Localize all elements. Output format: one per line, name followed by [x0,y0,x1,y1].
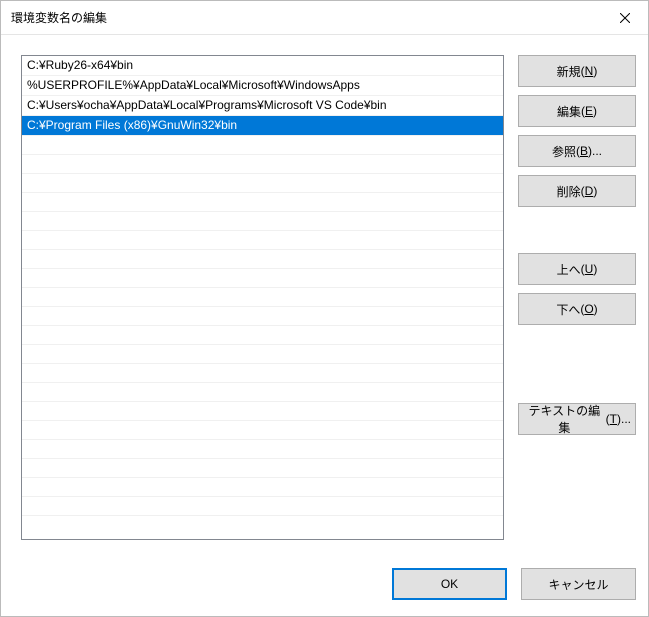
list-empty-row[interactable] [22,440,503,459]
dialog-title: 環境変数名の編集 [11,9,107,26]
side-button-panel: 新規(N) 編集(E) 参照(B)... 削除(D) 上へ(U) 下へ(O) テ… [518,55,636,552]
move-down-button[interactable]: 下へ(O) [518,293,636,325]
dialog-footer: OK キャンセル [1,564,648,616]
list-empty-row[interactable] [22,402,503,421]
list-empty-row[interactable] [22,136,503,155]
list-empty-row[interactable] [22,364,503,383]
list-item[interactable]: C:¥Users¥ocha¥AppData¥Local¥Programs¥Mic… [22,96,503,116]
list-empty-row[interactable] [22,421,503,440]
close-button[interactable] [602,1,648,34]
list-empty-row[interactable] [22,326,503,345]
list-empty-row[interactable] [22,307,503,326]
edit-text-button[interactable]: テキストの編集(T)... [518,403,636,435]
delete-button[interactable]: 削除(D) [518,175,636,207]
new-button[interactable]: 新規(N) [518,55,636,87]
list-empty-row[interactable] [22,459,503,478]
cancel-button[interactable]: キャンセル [521,568,636,600]
list-empty-row[interactable] [22,383,503,402]
list-empty-row[interactable] [22,345,503,364]
list-item[interactable]: C:¥Program Files (x86)¥GnuWin32¥bin [22,116,503,136]
path-listbox[interactable]: C:¥Ruby26-x64¥bin%USERPROFILE%¥AppData¥L… [21,55,504,540]
list-empty-row[interactable] [22,250,503,269]
edit-button[interactable]: 編集(E) [518,95,636,127]
list-empty-row[interactable] [22,231,503,250]
list-item[interactable]: %USERPROFILE%¥AppData¥Local¥Microsoft¥Wi… [22,76,503,96]
titlebar: 環境変数名の編集 [1,1,648,35]
list-empty-row[interactable] [22,212,503,231]
env-var-edit-dialog: 環境変数名の編集 C:¥Ruby26-x64¥bin%USERPROFILE%¥… [0,0,649,617]
close-icon [620,13,630,23]
move-up-button[interactable]: 上へ(U) [518,253,636,285]
list-empty-row[interactable] [22,269,503,288]
list-empty-row[interactable] [22,478,503,497]
ok-button[interactable]: OK [392,568,507,600]
list-empty-row[interactable] [22,155,503,174]
list-item[interactable]: C:¥Ruby26-x64¥bin [22,56,503,76]
list-empty-row[interactable] [22,288,503,307]
dialog-content: C:¥Ruby26-x64¥bin%USERPROFILE%¥AppData¥L… [1,35,648,564]
list-empty-row[interactable] [22,174,503,193]
list-empty-row[interactable] [22,193,503,212]
list-empty-row[interactable] [22,497,503,516]
browse-button[interactable]: 参照(B)... [518,135,636,167]
